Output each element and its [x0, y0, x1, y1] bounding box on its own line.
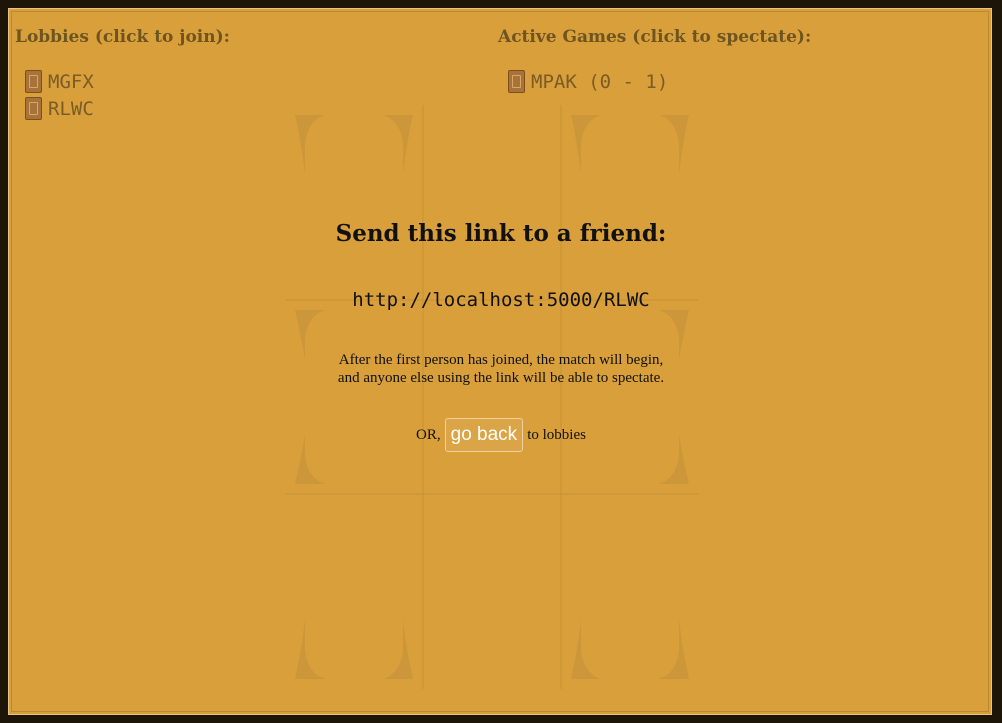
- go-back-button[interactable]: go back: [444, 418, 524, 452]
- card-icon: [508, 70, 525, 93]
- active-games-heading: Active Games (click to spectate):: [498, 27, 812, 47]
- active-game-item[interactable]: MPAK (0 - 1): [508, 68, 668, 95]
- lobby-code: RLWC: [48, 97, 94, 120]
- or-text: OR,: [416, 426, 441, 443]
- lobby-item[interactable]: RLWC: [25, 95, 94, 122]
- lobby-code: MGFX: [48, 70, 94, 93]
- share-info-line1: After the first person has joined, the m…: [338, 352, 664, 368]
- main-panel: Lobbies (click to join): MGFX RLWC Activ…: [8, 8, 992, 715]
- board-watermark: [285, 105, 699, 689]
- share-heading: Send this link to a friend:: [335, 220, 667, 247]
- active-game-list: MPAK (0 - 1): [508, 68, 668, 95]
- lobby-item[interactable]: MGFX: [25, 68, 94, 95]
- share-link: http://localhost:5000/RLWC: [352, 289, 650, 311]
- card-icon: [25, 97, 42, 120]
- back-row: OR, go back to lobbies: [9, 418, 991, 452]
- card-icon: [25, 70, 42, 93]
- lobby-list: MGFX RLWC: [25, 68, 94, 122]
- to-lobbies-text: to lobbies: [527, 426, 586, 443]
- lobbies-heading: Lobbies (click to join):: [15, 27, 230, 47]
- share-info: After the first person has joined, the m…: [9, 351, 991, 387]
- active-game-label: MPAK (0 - 1): [531, 70, 669, 93]
- share-info-line2: and anyone else using the link will be a…: [337, 370, 665, 386]
